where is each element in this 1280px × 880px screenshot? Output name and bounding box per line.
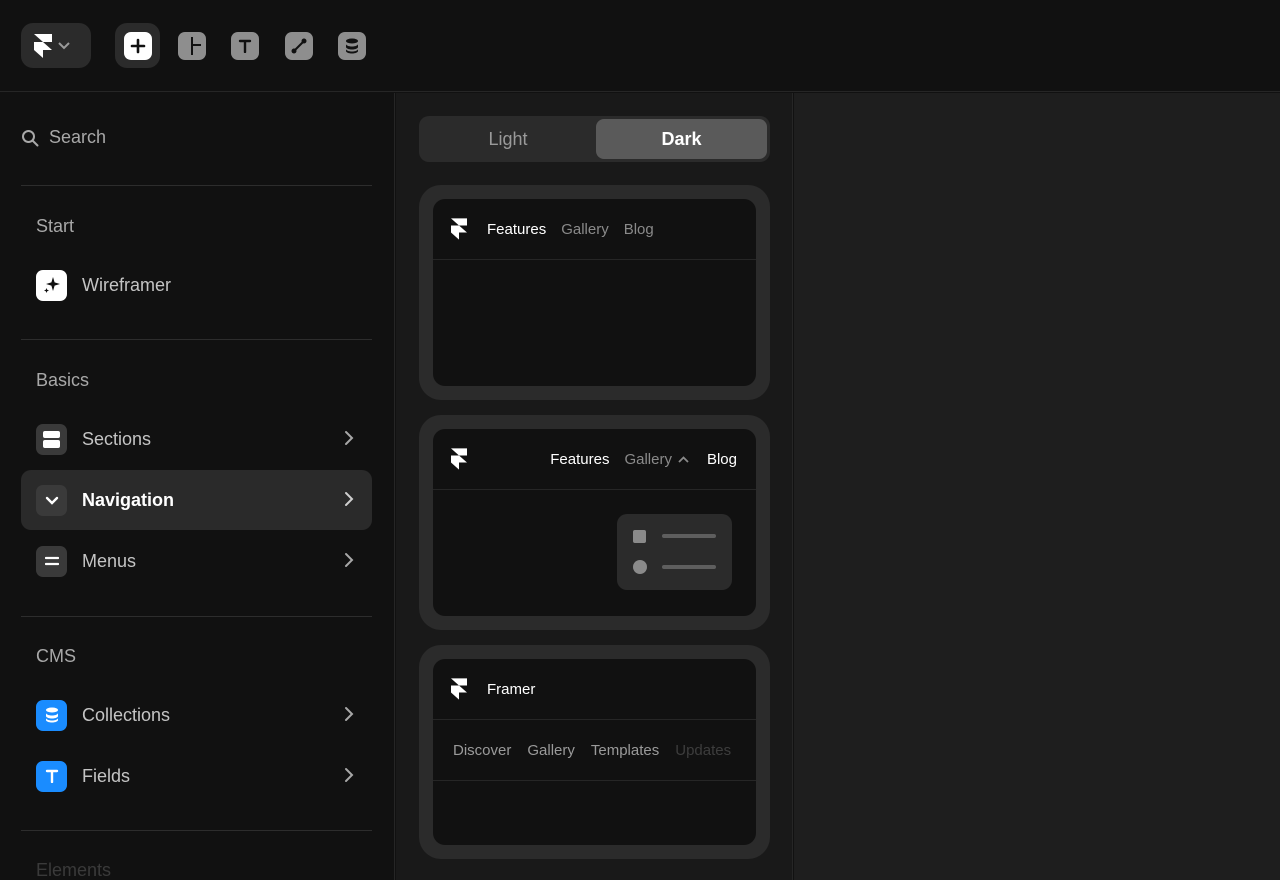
chevron-right-icon	[345, 431, 354, 445]
preview-tab: Gallery	[527, 741, 575, 759]
top-toolbar	[0, 0, 1280, 92]
framer-logo-icon	[451, 448, 467, 470]
sidebar-item-label: Sections	[82, 428, 152, 449]
navigation-preset-card[interactable]: Features Gallery Blog	[419, 185, 770, 400]
placeholder-line	[662, 565, 716, 569]
database-icon	[345, 38, 358, 53]
chevron-down-icon	[58, 41, 70, 49]
search-input[interactable]: Search	[21, 127, 106, 148]
sidebar-item-menus[interactable]: Menus	[21, 531, 372, 591]
database-icon	[36, 699, 67, 731]
plus-icon	[130, 38, 145, 53]
navigation-preset-card[interactable]: Features Gallery Blog	[419, 415, 770, 630]
chevron-right-icon	[345, 768, 354, 782]
chevron-right-icon	[345, 553, 354, 567]
preview-nav-bar: Features Gallery Blog	[433, 429, 756, 490]
framer-logo-icon	[451, 218, 467, 240]
preview-tab-bar: Discover Gallery Templates Updates	[433, 720, 756, 781]
sidebar-item-sections[interactable]: Sections	[21, 409, 372, 469]
preview-dropdown-menu	[617, 514, 732, 590]
preview-tab: Discover	[453, 741, 512, 759]
preview-link: Features	[487, 220, 547, 238]
divider	[21, 830, 372, 831]
divider	[21, 185, 372, 186]
layout-icon	[190, 36, 201, 55]
preview-tab: Templates	[590, 741, 660, 759]
preview-link: Features	[550, 450, 610, 468]
square-icon	[633, 530, 646, 543]
theme-toggle: Light Dark	[419, 116, 770, 162]
framer-logo-icon	[34, 33, 52, 58]
divider	[21, 616, 372, 617]
preview-tab: Updates	[675, 741, 732, 759]
circle-icon	[633, 560, 647, 574]
divider	[21, 339, 372, 340]
menu-icon	[36, 545, 67, 577]
sidebar-item-label: Collections	[82, 704, 171, 725]
layout-button[interactable]	[169, 23, 214, 68]
preview-link: Blog	[706, 450, 737, 468]
preview-brand: Framer	[487, 680, 536, 698]
text-icon	[238, 39, 251, 53]
framer-logo-icon	[451, 678, 467, 700]
section-title-elements: Elements	[36, 860, 112, 880]
preview-nav-bar: Framer	[433, 659, 756, 720]
sidebar-item-label: Wireframer	[82, 274, 171, 295]
preview-link: Blog	[623, 220, 654, 238]
insert-sidebar: Search Start Wireframer Basics Sections …	[0, 93, 395, 880]
cms-button[interactable]	[329, 23, 374, 68]
section-title-basics: Basics	[36, 370, 90, 390]
placeholder-line	[662, 534, 716, 538]
sidebar-item-wireframer[interactable]: Wireframer	[21, 255, 372, 315]
chevron-right-icon	[345, 492, 354, 506]
framer-menu-button[interactable]	[21, 23, 91, 68]
theme-dark-option[interactable]: Dark	[596, 119, 767, 159]
section-title-start: Start	[36, 216, 75, 236]
theme-light-option[interactable]: Light	[422, 119, 594, 159]
chevron-down-icon	[36, 484, 67, 516]
preview-link: Gallery	[561, 220, 609, 238]
sidebar-item-label: Navigation	[82, 489, 175, 510]
sidebar-item-fields[interactable]: Fields	[21, 746, 372, 806]
text-icon	[36, 760, 67, 792]
sections-icon	[36, 423, 67, 455]
canvas-area[interactable]	[794, 93, 1280, 880]
navigation-preset-card[interactable]: Framer Discover Gallery Templates Update…	[419, 645, 770, 859]
search-placeholder: Search	[49, 127, 107, 147]
preview-link: Gallery	[624, 450, 672, 468]
sidebar-item-collections[interactable]: Collections	[21, 685, 372, 745]
sidebar-item-navigation[interactable]: Navigation	[21, 470, 372, 530]
insert-button[interactable]	[115, 23, 160, 68]
navigation-presets-panel: Light Dark Features Gallery Blog Feature…	[396, 93, 793, 880]
vector-button[interactable]	[276, 23, 321, 68]
preview-nav-bar: Features Gallery Blog	[433, 199, 756, 260]
sidebar-item-label: Fields	[82, 765, 131, 786]
sidebar-item-label: Menus	[82, 550, 137, 571]
text-button[interactable]	[222, 23, 267, 68]
section-title-cms: CMS	[36, 646, 76, 666]
sparkle-icon	[36, 269, 67, 301]
search-icon	[22, 129, 39, 146]
chevron-right-icon	[345, 707, 354, 721]
vector-icon	[291, 38, 306, 53]
chevron-up-icon	[678, 455, 689, 463]
